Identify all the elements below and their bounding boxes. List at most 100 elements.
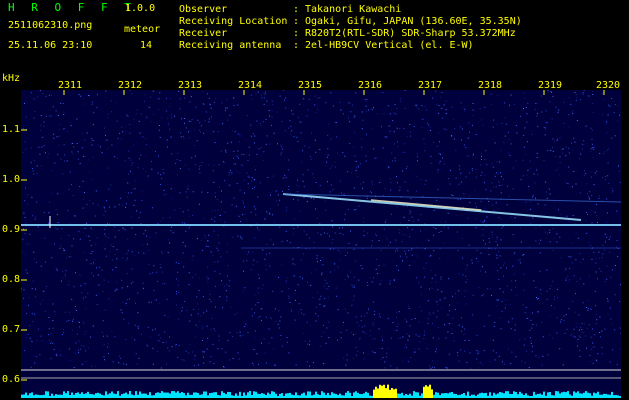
- noise-speck: [404, 90, 406, 91]
- noise-speck: [252, 188, 254, 189]
- noise-speck: [384, 361, 386, 363]
- noise-speck: [440, 96, 442, 98]
- noise-speck: [187, 188, 189, 190]
- noise-speck: [583, 90, 585, 91]
- noise-speck: [36, 173, 38, 175]
- noise-speck: [445, 109, 447, 111]
- noise-speck: [479, 362, 481, 364]
- noise-speck: [316, 255, 318, 257]
- noise-speck: [347, 102, 349, 104]
- noise-speck: [157, 172, 159, 174]
- noise-speck: [476, 350, 478, 352]
- noise-speck: [266, 135, 268, 137]
- activity-bar: [457, 395, 459, 398]
- noise-speck: [512, 167, 514, 169]
- activity-bar: [571, 395, 573, 398]
- noise-speck: [228, 184, 230, 186]
- noise-speck: [591, 138, 593, 140]
- activity-bar: [465, 395, 467, 398]
- noise-speck: [83, 323, 85, 325]
- noise-speck: [363, 352, 364, 354]
- noise-speck: [134, 188, 136, 190]
- noise-speck: [535, 103, 537, 104]
- noise-speck: [308, 248, 310, 250]
- noise-speck: [97, 144, 99, 146]
- noise-speck: [244, 287, 246, 289]
- activity-bar: [121, 394, 123, 398]
- noise-speck: [424, 276, 426, 278]
- noise-speck: [568, 97, 570, 99]
- noise-speck: [602, 253, 604, 255]
- activity-bar: [607, 394, 609, 398]
- noise-speck: [586, 212, 588, 213]
- noise-speck: [572, 110, 574, 112]
- noise-speck: [617, 120, 618, 122]
- noise-speck: [478, 287, 480, 289]
- noise-speck: [383, 113, 385, 115]
- noise-speck: [82, 207, 84, 209]
- noise-speck: [138, 158, 140, 160]
- noise-speck: [253, 349, 255, 350]
- noise-speck: [565, 267, 567, 269]
- noise-speck: [609, 105, 611, 107]
- noise-speck: [160, 367, 162, 369]
- noise-speck: [302, 277, 303, 279]
- noise-speck: [496, 299, 498, 301]
- noise-speck: [188, 215, 190, 217]
- noise-speck: [235, 163, 237, 165]
- activity-bar: [247, 392, 249, 398]
- noise-speck: [178, 292, 179, 294]
- noise-speck: [288, 297, 290, 299]
- noise-speck: [544, 127, 546, 129]
- activity-bar: [73, 394, 75, 398]
- noise-speck: [98, 284, 100, 286]
- noise-speck: [288, 295, 290, 297]
- noise-speck: [460, 349, 462, 351]
- noise-speck: [401, 241, 403, 242]
- noise-speck: [435, 281, 437, 283]
- activity-bar: [475, 395, 477, 398]
- noise-speck: [258, 274, 259, 276]
- noise-speck: [255, 330, 256, 332]
- noise-speck: [468, 244, 470, 246]
- noise-speck: [174, 115, 176, 117]
- noise-speck: [352, 299, 354, 301]
- noise-speck: [500, 175, 502, 177]
- noise-speck: [536, 113, 538, 115]
- noise-speck: [435, 348, 437, 350]
- noise-speck: [428, 312, 430, 314]
- noise-speck: [81, 292, 83, 294]
- noise-speck: [437, 310, 439, 312]
- noise-speck: [111, 111, 112, 113]
- activity-bar: [359, 394, 361, 398]
- noise-speck: [234, 314, 236, 315]
- activity-bar: [391, 388, 393, 398]
- noise-speck: [378, 265, 380, 267]
- noise-speck: [520, 115, 522, 117]
- noise-speck: [560, 319, 562, 321]
- noise-speck: [430, 155, 432, 157]
- noise-speck: [421, 127, 423, 129]
- noise-speck: [231, 236, 233, 238]
- noise-speck: [607, 175, 609, 177]
- noise-speck: [104, 359, 106, 361]
- noise-speck: [357, 176, 359, 177]
- noise-speck: [97, 274, 99, 276]
- noise-speck: [297, 284, 299, 285]
- noise-speck: [395, 250, 396, 252]
- noise-speck: [491, 182, 493, 184]
- noise-speck: [256, 154, 258, 155]
- noise-speck: [483, 350, 485, 352]
- noise-speck: [563, 315, 565, 317]
- noise-speck: [328, 285, 330, 287]
- noise-speck: [96, 267, 97, 269]
- noise-speck: [48, 115, 50, 117]
- noise-speck: [372, 183, 374, 185]
- noise-speck: [277, 143, 278, 145]
- noise-speck: [31, 196, 33, 198]
- noise-speck: [575, 293, 577, 295]
- noise-speck: [26, 337, 28, 339]
- noise-speck: [138, 357, 140, 359]
- noise-speck: [578, 335, 580, 337]
- y-tick-label: 1.0: [2, 174, 21, 185]
